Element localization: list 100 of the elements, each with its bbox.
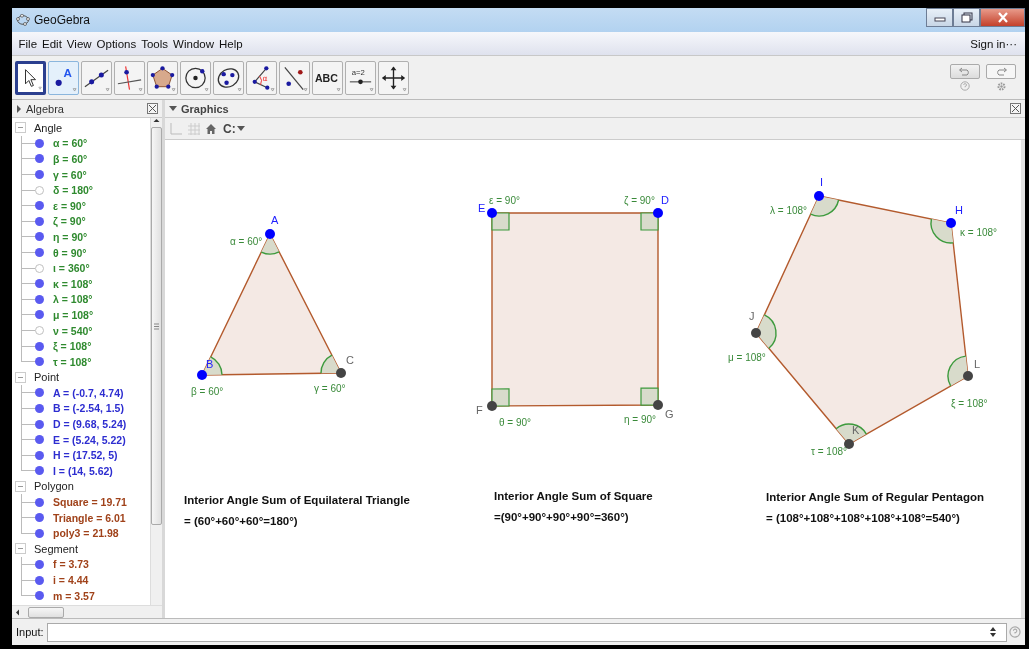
algebra-item[interactable]: Triangle = 6.01 <box>53 511 126 524</box>
algebra-item[interactable]: B = (-2.54, 1.5) <box>53 402 124 415</box>
point[interactable] <box>814 191 824 201</box>
algebra-item[interactable]: μ = 108° <box>53 308 94 321</box>
algebra-item[interactable]: A = (-0.7, 4.74) <box>53 386 124 399</box>
point[interactable] <box>963 371 973 381</box>
menu-item[interactable]: Options <box>94 37 139 50</box>
minimize-button[interactable] <box>926 8 953 27</box>
visibility-dot[interactable] <box>35 216 44 226</box>
close-button[interactable] <box>980 8 1025 27</box>
close-icon[interactable] <box>147 103 158 114</box>
visibility-dot[interactable] <box>35 388 44 398</box>
menu-item[interactable]: Help <box>216 37 246 50</box>
point[interactable] <box>653 400 663 410</box>
algebra-item[interactable]: β = 60° <box>53 153 88 165</box>
collapse-icon[interactable] <box>15 480 26 492</box>
algebra-item[interactable]: η = 90° <box>53 230 88 243</box>
tool-button[interactable] <box>378 60 409 95</box>
menu-item[interactable]: View <box>64 37 95 50</box>
visibility-dot[interactable] <box>35 248 44 258</box>
collapse-icon[interactable] <box>15 371 26 383</box>
algebra-item[interactable]: γ = 60° <box>53 168 87 181</box>
group-header[interactable]: Point <box>34 371 60 384</box>
algebra-item[interactable]: E = (5.24, 5.22) <box>53 433 126 446</box>
menu-item[interactable]: Window <box>170 37 217 50</box>
tool-button[interactable] <box>147 60 178 95</box>
close-icon[interactable] <box>1010 103 1021 114</box>
collapse-icon[interactable] <box>15 122 26 134</box>
visibility-dot[interactable] <box>35 185 44 195</box>
expand-icon[interactable] <box>16 104 22 113</box>
visibility-dot[interactable] <box>35 279 44 289</box>
visibility-dot[interactable] <box>35 513 44 523</box>
point[interactable] <box>653 208 663 218</box>
input-field[interactable] <box>46 622 1007 642</box>
tool-button[interactable] <box>15 60 46 95</box>
tool-button[interactable] <box>279 60 310 95</box>
tool-button[interactable] <box>180 60 211 95</box>
point[interactable] <box>336 368 346 378</box>
algebra-item[interactable]: ε = 90° <box>53 199 86 212</box>
visibility-dot[interactable] <box>35 154 44 164</box>
visibility-dot[interactable] <box>35 232 44 242</box>
visibility-dot[interactable] <box>35 528 44 538</box>
vertical-scrollbar[interactable] <box>150 118 162 605</box>
visibility-dot[interactable] <box>35 559 44 569</box>
algebra-item[interactable]: ι = 360° <box>53 262 90 275</box>
algebra-item[interactable]: ζ = 90° <box>53 215 86 228</box>
algebra-item[interactable]: τ = 108° <box>53 355 92 368</box>
visibility-dot[interactable] <box>35 263 44 273</box>
menu-item[interactable]: Edit <box>39 37 65 50</box>
algebra-item[interactable]: ξ = 108° <box>53 340 92 353</box>
visibility-dot[interactable] <box>35 294 44 304</box>
group-header[interactable]: Angle <box>34 121 63 134</box>
algebra-item[interactable]: m = 3.57 <box>53 589 95 602</box>
visibility-dot[interactable] <box>35 310 44 320</box>
visibility-dot[interactable] <box>35 404 44 413</box>
point[interactable] <box>265 229 275 239</box>
point[interactable] <box>487 208 497 218</box>
tool-button[interactable]: ABC <box>312 60 343 95</box>
horizontal-scrollbar[interactable] <box>12 605 162 618</box>
collapse-arrow-icon[interactable] <box>169 105 177 112</box>
algebra-item[interactable]: ν = 540° <box>53 324 93 337</box>
algebra-item[interactable]: λ = 108° <box>53 293 93 306</box>
visibility-dot[interactable] <box>35 326 44 335</box>
home-icon[interactable] <box>205 122 217 135</box>
algebra-item[interactable]: δ = 180° <box>53 184 94 197</box>
visibility-dot[interactable] <box>35 591 44 601</box>
algebra-item[interactable]: H = (17.52, 5) <box>53 449 118 462</box>
visibility-dot[interactable] <box>35 450 44 460</box>
tool-button[interactable] <box>81 60 112 95</box>
algebra-item[interactable]: f = 3.73 <box>53 558 89 571</box>
tool-button[interactable]: α <box>246 60 277 95</box>
group-header[interactable]: Segment <box>34 542 79 555</box>
maximize-button[interactable] <box>953 8 980 27</box>
scroll-up-icon[interactable] <box>153 118 160 123</box>
visibility-dot[interactable] <box>35 341 44 351</box>
visibility-dot[interactable] <box>35 435 44 445</box>
algebra-item[interactable]: κ = 108° <box>53 277 93 290</box>
point[interactable] <box>946 218 956 228</box>
visibility-dot[interactable] <box>35 170 44 180</box>
tool-button[interactable] <box>213 60 244 95</box>
algebra-item[interactable]: I = (14, 5.62) <box>53 464 113 477</box>
algebra-item[interactable]: Square = 19.71 <box>53 496 127 509</box>
visibility-dot[interactable] <box>35 575 44 585</box>
tool-button[interactable]: A <box>48 60 79 95</box>
visibility-dot[interactable] <box>35 419 44 429</box>
visibility-dot[interactable] <box>35 497 44 507</box>
algebra-item[interactable]: θ = 90° <box>53 246 87 259</box>
tool-button[interactable]: a=2 <box>345 60 376 95</box>
algebra-item[interactable]: poly3 = 21.98 <box>53 527 119 540</box>
visibility-dot[interactable] <box>35 466 44 476</box>
point-capture-button[interactable]: C: <box>221 121 247 136</box>
menu-item[interactable]: Tools <box>138 37 171 50</box>
point[interactable] <box>844 439 854 449</box>
group-header[interactable]: Polygon <box>34 480 74 493</box>
visibility-dot[interactable] <box>35 201 44 211</box>
algebra-item[interactable]: i = 4.44 <box>53 574 89 586</box>
visibility-dot[interactable] <box>35 138 44 148</box>
point[interactable] <box>751 328 761 338</box>
point[interactable] <box>197 370 207 380</box>
point[interactable] <box>487 401 497 411</box>
